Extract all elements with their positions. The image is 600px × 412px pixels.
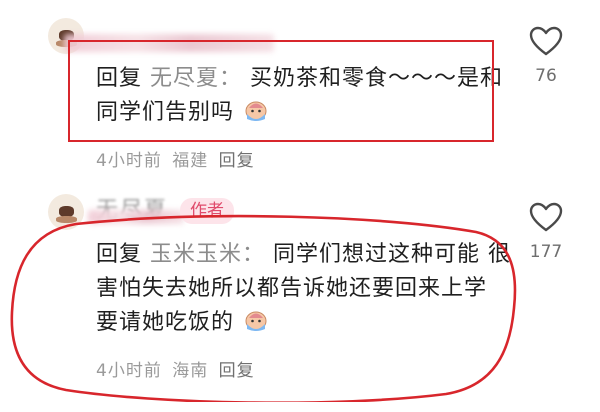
highlight-annotation-oval <box>10 214 517 402</box>
comment-item: 无尽夏 作者 回复 玉米玉米： 同学们想过这种可能 很害怕失去她所以都告诉她还要… <box>0 188 600 412</box>
comment-item: 回复 无尽夏： 买奶茶和零食～～～是和同学们告别吗 4小时前 福建 回复 76 <box>0 0 600 180</box>
highlight-annotation-box <box>68 40 494 142</box>
like-button[interactable]: 76 <box>516 26 576 86</box>
like-button[interactable]: 177 <box>516 202 576 262</box>
reply-button[interactable]: 回复 <box>219 151 255 171</box>
heart-outline-icon <box>529 26 563 56</box>
comment-location: 福建 <box>172 151 209 171</box>
heart-outline-icon <box>529 202 563 232</box>
like-count: 177 <box>529 242 563 262</box>
comment-time: 4小时前 <box>96 151 162 171</box>
comment-meta: 4小时前 福建 回复 <box>96 146 259 171</box>
like-count: 76 <box>535 66 557 86</box>
